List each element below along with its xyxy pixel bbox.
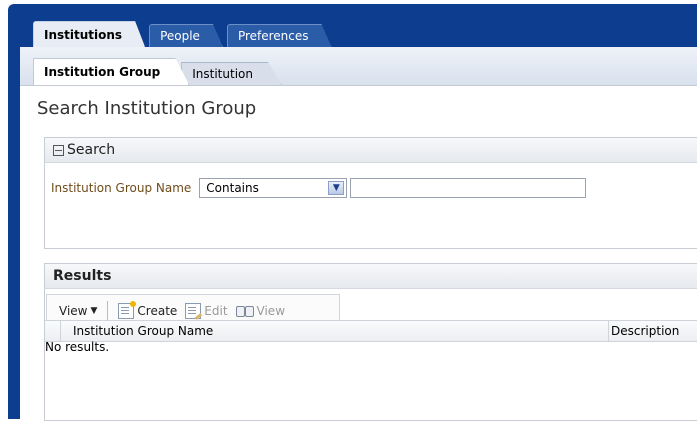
tab-preferences[interactable]: Preferences [227,24,332,47]
create-label: Create [137,304,178,318]
operator-select[interactable]: Contains ▼ [199,178,348,198]
column-divider [608,321,609,341]
page-title: Search Institution Group [37,98,257,119]
search-header-label: Search [67,142,116,158]
subtab-label: Institution Group [44,65,161,79]
results-panel: Results View ▼ Create Edit View Institut… [44,263,697,421]
search-panel-header[interactable]: Search [45,138,697,163]
column-header-name[interactable]: Institution Group Name [73,324,213,338]
left-frame-strip [8,47,20,419]
subtab-institution[interactable]: Institution [181,62,282,85]
search-row: Institution Group Name Contains ▼ [51,178,587,198]
column-header-description[interactable]: Description [611,324,679,338]
collapse-minus-icon[interactable] [53,144,64,156]
results-table-header: Institution Group Name Description [45,320,697,342]
column-divider [60,321,61,341]
edit-label: Edit [204,304,228,318]
operator-value: Contains [206,181,259,195]
edit-document-icon [185,303,202,319]
tab-institutions[interactable]: Institutions [33,21,145,47]
create-document-icon [118,301,137,319]
search-panel: Search Institution Group Name Contains ▼ [44,137,697,249]
toolbar-divider [107,301,109,321]
empty-results-text: No results. [45,340,110,354]
tab-label: Preferences [237,29,309,43]
dropdown-arrow-icon[interactable]: ▼ [328,181,345,195]
binoculars-icon [235,304,254,318]
view-button[interactable]: View [232,304,289,318]
view-button-label: View [256,304,286,318]
create-button[interactable]: Create [114,301,181,319]
tab-people[interactable]: People [149,24,223,47]
institution-group-name-input[interactable] [350,178,587,198]
subtab-institution-group[interactable]: Institution Group [33,58,189,85]
subtab-label: Institution [192,67,253,81]
institution-group-name-label: Institution Group Name [51,181,192,195]
top-tabs: Institutions People Preferences [33,22,336,47]
chevron-down-icon: ▼ [90,306,98,316]
tab-label: People [160,29,200,43]
tab-label: Institutions [44,27,123,42]
edit-button[interactable]: Edit [181,303,231,319]
view-menu-button[interactable]: View ▼ [55,304,101,318]
results-panel-header: Results [45,264,697,289]
view-menu-label: View [59,304,88,318]
sub-tabs: Institution Group Institution [33,58,274,85]
results-header-label: Results [53,268,112,284]
